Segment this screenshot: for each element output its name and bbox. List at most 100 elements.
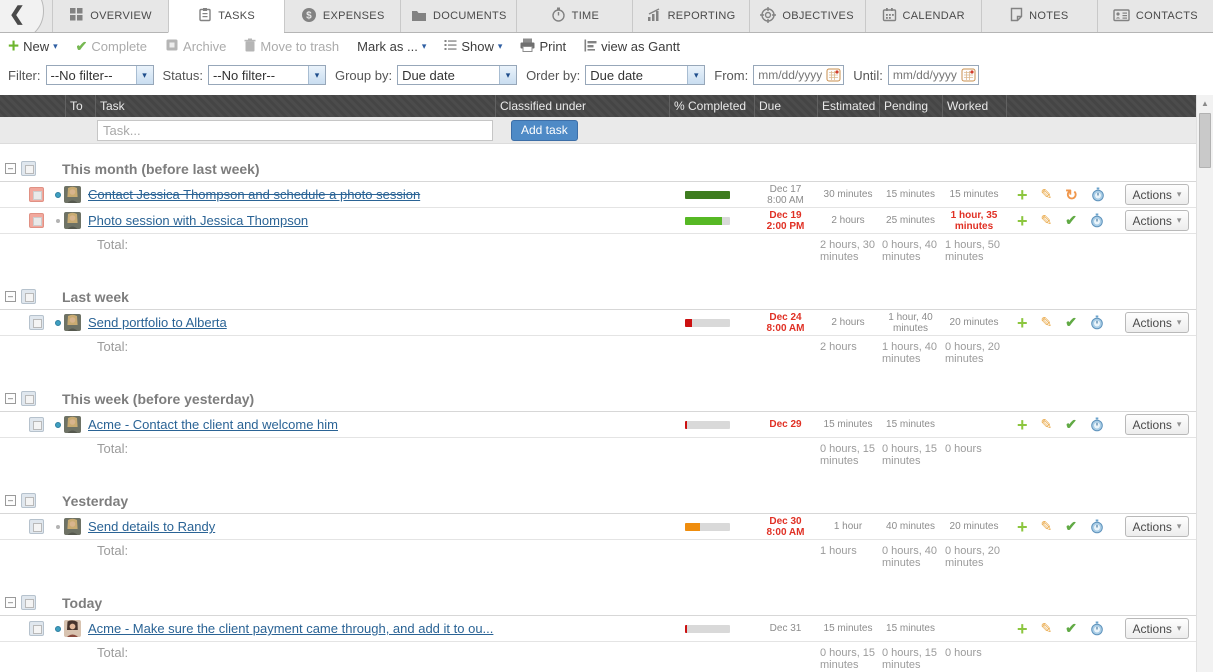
timer-icon[interactable] (1090, 621, 1104, 636)
task-checkbox[interactable] (29, 213, 44, 228)
group-checkbox[interactable] (21, 161, 36, 176)
total-estimated: 2 hours, 30 minutes (817, 239, 879, 272)
task-title-link[interactable]: Photo session with Jessica Thompson (88, 213, 308, 228)
order-by-select[interactable]: Due date ▾ (585, 65, 705, 85)
timer-icon[interactable] (1090, 315, 1104, 330)
add-icon[interactable]: + (1017, 419, 1028, 431)
group-checkbox[interactable] (21, 289, 36, 304)
group-by-select[interactable]: Due date ▾ (397, 65, 517, 85)
from-date-input[interactable] (754, 68, 826, 82)
add-icon[interactable]: + (1017, 521, 1028, 533)
complete-icon[interactable]: ✔ (1065, 620, 1077, 637)
collapse-group-icon[interactable]: – (5, 393, 16, 404)
add-icon[interactable]: + (1017, 623, 1028, 635)
archive-button[interactable]: Archive (165, 38, 226, 55)
task-title-link[interactable]: Contact Jessica Thompson and schedule a … (88, 187, 420, 202)
collapse-group-icon[interactable]: – (5, 291, 16, 302)
timer-icon[interactable] (1090, 213, 1104, 228)
column-header-to[interactable]: To (65, 95, 95, 117)
actions-button[interactable]: Actions▾ (1125, 184, 1189, 205)
tab-contacts[interactable]: CONTACTS (1097, 0, 1213, 32)
tab-tasks[interactable]: TASKS (168, 0, 284, 33)
tab-notes[interactable]: NOTES (981, 0, 1097, 32)
tab-time[interactable]: TIME (516, 0, 632, 32)
task-checkbox[interactable] (29, 519, 44, 534)
timer-icon[interactable] (1090, 417, 1104, 432)
task-checkbox[interactable] (29, 417, 44, 432)
new-task-input[interactable] (97, 120, 493, 141)
until-date-input[interactable] (889, 68, 961, 82)
calendar-picker-icon[interactable] (961, 68, 976, 82)
task-title-link[interactable]: Send portfolio to Alberta (88, 315, 227, 330)
column-header-due[interactable]: Due (754, 95, 817, 117)
back-button[interactable]: ❮ (0, 0, 52, 32)
new-button[interactable]: + New ▾ (8, 39, 58, 54)
status-select[interactable]: --No filter-- ▾ (208, 65, 326, 85)
complete-icon[interactable]: ✔ (1065, 212, 1077, 229)
timer-icon[interactable] (1091, 187, 1105, 202)
task-checkbox[interactable] (29, 315, 44, 330)
column-header-worked[interactable]: Worked (942, 95, 1006, 117)
add-task-button[interactable]: Add task (511, 120, 578, 141)
edit-icon[interactable]: ✎ (1041, 620, 1053, 637)
column-header-estimated[interactable]: Estimated (817, 95, 879, 117)
timer-icon[interactable] (1090, 519, 1104, 534)
complete-button[interactable]: ✔ Complete (76, 38, 147, 55)
actions-button[interactable]: Actions▾ (1125, 312, 1189, 333)
edit-icon[interactable]: ✎ (1041, 518, 1053, 535)
edit-icon[interactable]: ✎ (1041, 314, 1053, 331)
show-button[interactable]: Show ▾ (444, 39, 502, 54)
group-checkbox[interactable] (21, 391, 36, 406)
edit-icon[interactable]: ✎ (1041, 416, 1053, 433)
tab-reporting[interactable]: REPORTING (632, 0, 748, 32)
actions-button[interactable]: Actions▾ (1125, 210, 1189, 231)
task-title-link[interactable]: Send details to Randy (88, 519, 215, 534)
reopen-icon[interactable]: ↻ (1065, 186, 1078, 204)
print-button[interactable]: Print (520, 38, 566, 55)
scroll-up-icon[interactable]: ▲ (1197, 95, 1213, 111)
task-title-link[interactable]: Acme - Make sure the client payment came… (88, 621, 493, 636)
due-cell: Dec 248:00 AM (754, 312, 817, 334)
task-title-link[interactable]: Acme - Contact the client and welcome hi… (88, 417, 338, 432)
tab-overview[interactable]: OVERVIEW (52, 0, 168, 32)
filter-select[interactable]: --No filter-- ▾ (46, 65, 154, 85)
group-checkbox[interactable] (21, 595, 36, 610)
actions-button[interactable]: Actions▾ (1125, 618, 1189, 639)
complete-icon[interactable]: ✔ (1065, 416, 1077, 433)
actions-button[interactable]: Actions▾ (1125, 516, 1189, 537)
vertical-scrollbar[interactable]: ▲ (1196, 95, 1213, 672)
mark-as-button[interactable]: Mark as ... ▾ (357, 39, 426, 54)
collapse-group-icon[interactable]: – (5, 163, 16, 174)
total-pending: 0 hours, 15 minutes (879, 443, 942, 476)
edit-icon[interactable]: ✎ (1041, 186, 1053, 203)
edit-icon[interactable]: ✎ (1041, 212, 1053, 229)
add-icon[interactable]: + (1017, 317, 1028, 329)
collapse-group-icon[interactable]: – (5, 597, 16, 608)
calendar-picker-icon[interactable] (826, 68, 841, 82)
column-header-classified-under[interactable]: Classified under (495, 95, 669, 117)
column-header-task[interactable]: Task (95, 95, 495, 117)
task-checkbox[interactable] (29, 187, 44, 202)
collapse-group-icon[interactable]: – (5, 495, 16, 506)
column-header-pending[interactable]: Pending (879, 95, 942, 117)
group-total-row: Total: 0 hours, 15 minutes 0 hours, 15 m… (0, 642, 1196, 672)
task-checkbox[interactable] (29, 621, 44, 636)
add-icon[interactable]: + (1017, 189, 1028, 201)
actions-button[interactable]: Actions▾ (1125, 414, 1189, 435)
total-pending: 0 hours, 40 minutes (879, 239, 942, 272)
move-to-trash-button[interactable]: Move to trash (244, 38, 339, 55)
add-icon[interactable]: + (1017, 215, 1028, 227)
tab-documents[interactable]: DOCUMENTS (400, 0, 516, 32)
tab-calendar[interactable]: CALENDAR (865, 0, 981, 32)
group-checkbox[interactable] (21, 493, 36, 508)
calendar-icon (882, 7, 897, 25)
complete-icon[interactable]: ✔ (1065, 314, 1077, 331)
tab-objectives[interactable]: OBJECTIVES (749, 0, 865, 32)
complete-icon[interactable]: ✔ (1065, 518, 1077, 535)
column-header-percent-completed[interactable]: % Completed (669, 95, 754, 117)
tab-expenses[interactable]: $ EXPENSES (284, 0, 400, 32)
new-label: New (23, 39, 49, 54)
view-as-gantt-button[interactable]: view as Gantt (584, 39, 680, 55)
scrollbar-thumb[interactable] (1199, 113, 1211, 168)
tab-label: OVERVIEW (90, 10, 152, 22)
